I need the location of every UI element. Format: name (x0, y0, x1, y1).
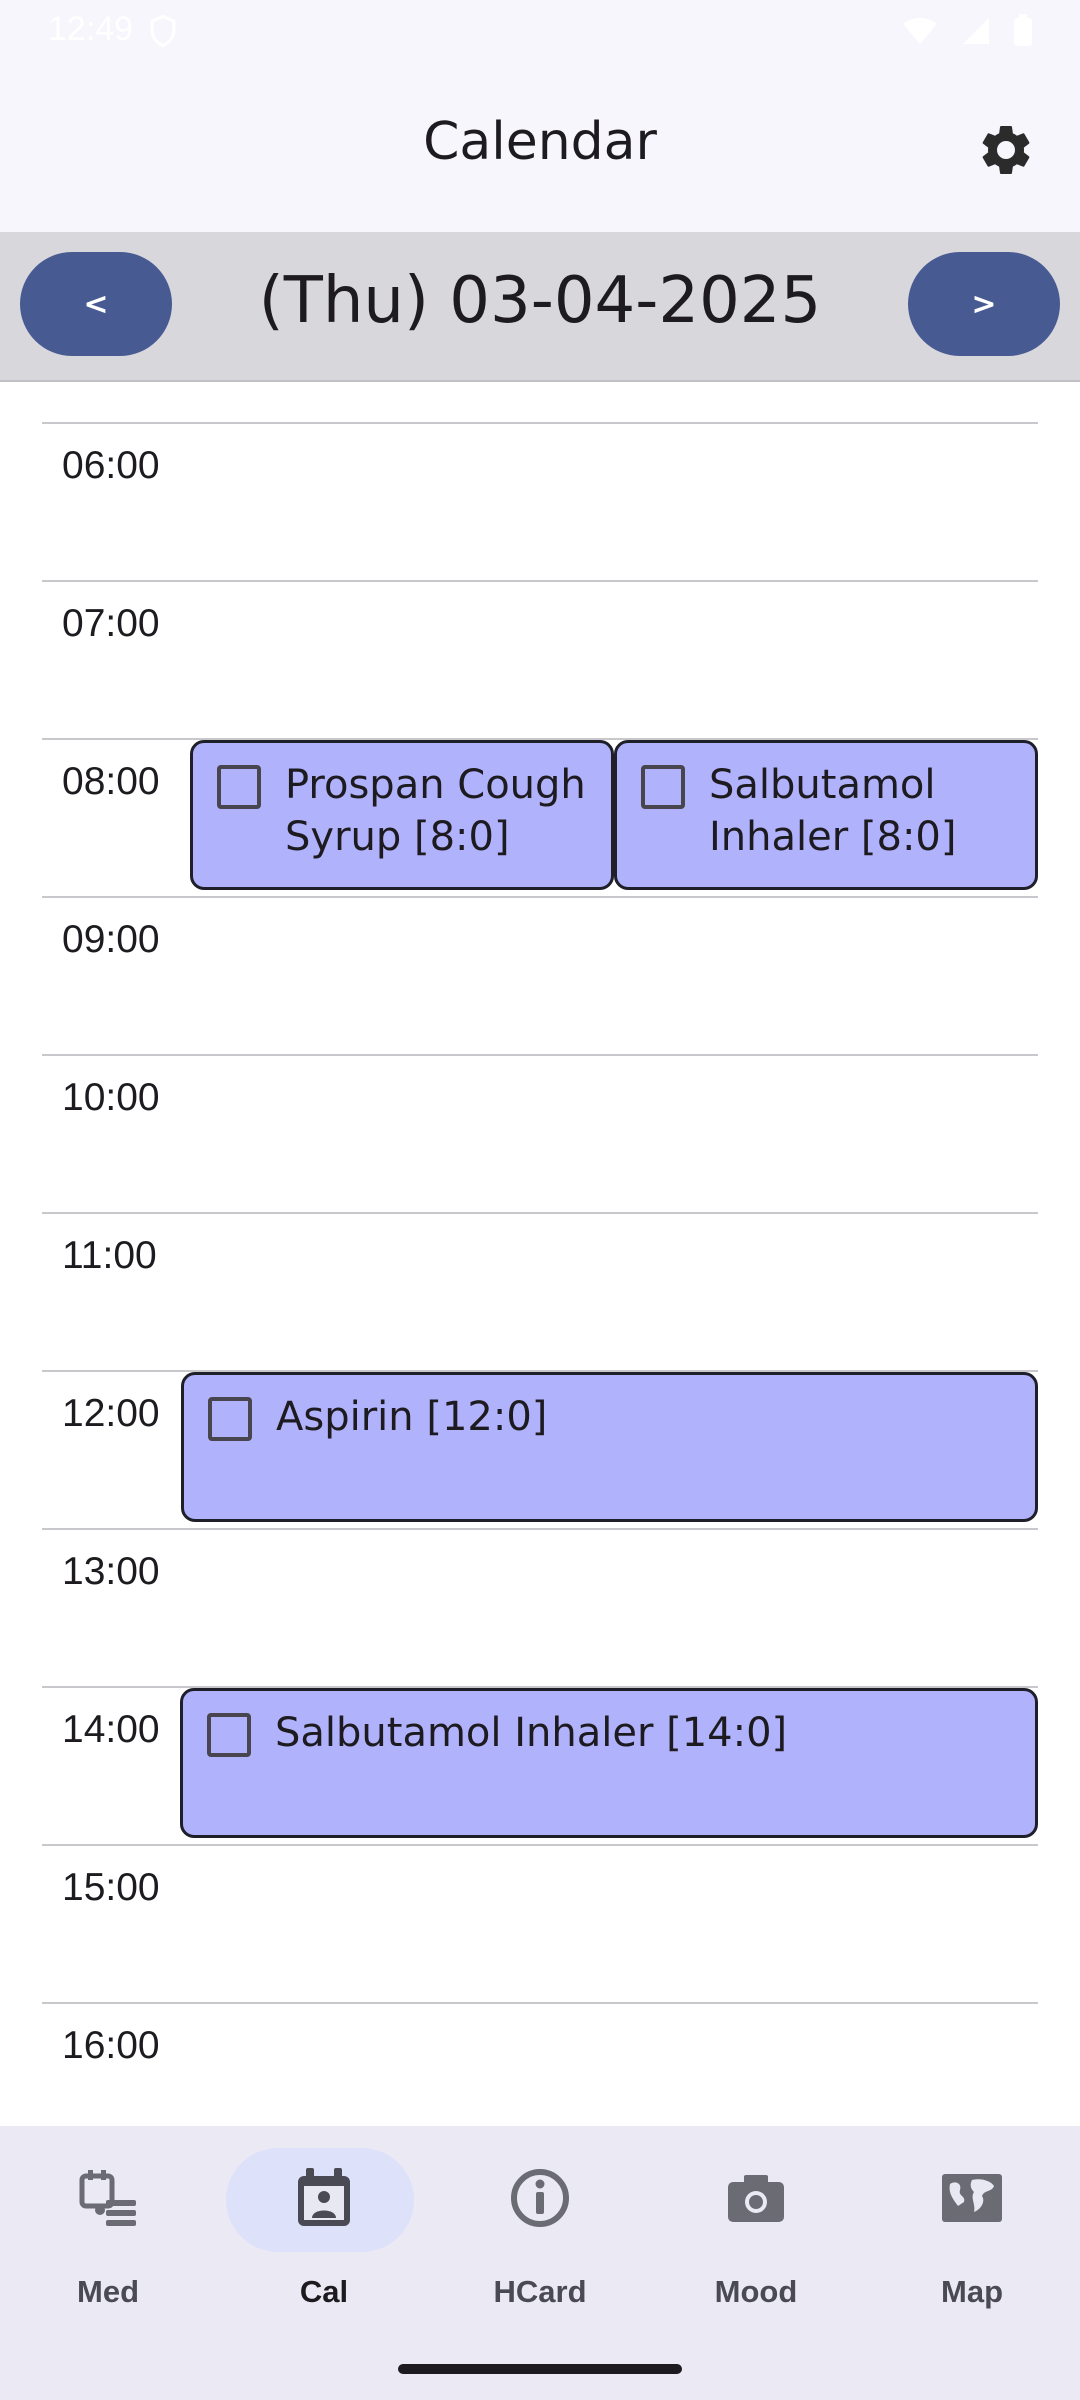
signal-icon (961, 15, 991, 55)
event-checkbox[interactable] (208, 1397, 252, 1441)
event-checkbox[interactable] (207, 1713, 251, 1757)
event-label: Prospan Cough Syrup [8:0] (285, 762, 586, 860)
event-card[interactable]: Salbutamol Inhaler [8:0] (614, 740, 1038, 890)
hour-row-06: 06:00 (42, 422, 1038, 582)
hour-row-13: 13:00 (42, 1528, 1038, 1688)
hour-label: 15:00 (62, 1866, 160, 1909)
shield-icon (148, 14, 178, 57)
medication-list-icon (79, 2170, 136, 2226)
app-bar: Calendar (0, 64, 1080, 232)
hour-label: 08:00 (62, 760, 160, 803)
page-title: Calendar (423, 112, 657, 172)
event-label: Salbutamol Inhaler [14:0] (275, 1710, 788, 1756)
date-navigation-bar: < (Thu) 03-04-2025 > (0, 232, 1080, 382)
next-day-button[interactable]: > (908, 252, 1060, 356)
wifi-icon (902, 15, 938, 55)
hour-label: 09:00 (62, 918, 160, 961)
battery-icon (1014, 14, 1032, 55)
event-card[interactable]: Prospan Cough Syrup [8:0] (190, 740, 614, 890)
nav-item-hcard[interactable]: HCard (432, 2126, 648, 2326)
hour-label: 10:00 (62, 1076, 160, 1119)
hour-label: 06:00 (62, 444, 160, 487)
event-checkbox[interactable] (217, 765, 261, 809)
nav-item-map[interactable]: Map (864, 2126, 1080, 2326)
calendar-person-icon (298, 2168, 350, 2226)
world-map-icon (942, 2174, 1002, 2222)
hour-row-16: 16:00 (42, 2002, 1038, 2126)
hour-row-07: 07:00 (42, 580, 1038, 740)
hour-label: 14:00 (62, 1708, 160, 1751)
home-indicator[interactable] (398, 2364, 682, 2374)
hour-label: 16:00 (62, 2024, 160, 2067)
nav-label: Mood (714, 2274, 798, 2309)
settings-button[interactable] (976, 120, 1036, 180)
event-label: Salbutamol Inhaler [8:0] (709, 762, 957, 860)
hour-row-15: 15:00 (42, 1844, 1038, 2004)
event-checkbox[interactable] (641, 765, 685, 809)
hour-row-09: 09:00 (42, 896, 1038, 1056)
info-icon (511, 2169, 569, 2227)
camera-icon (728, 2175, 784, 2222)
hour-label: 11:00 (62, 1234, 157, 1277)
hour-label: 07:00 (62, 602, 160, 645)
nav-label: Cal (299, 2274, 349, 2309)
nav-item-cal[interactable]: Cal (216, 2126, 432, 2326)
nav-label: Map (941, 2274, 1003, 2309)
nav-item-mood[interactable]: Mood (648, 2126, 864, 2326)
status-bar: 12:49 (0, 0, 1080, 64)
day-schedule[interactable]: 06:00 07:00 08:00 09:00 10:00 11:00 12:0… (0, 382, 1080, 2126)
event-card[interactable]: Salbutamol Inhaler [14:0] (180, 1688, 1038, 1838)
nav-label: HCard (493, 2274, 587, 2309)
nav-label: Med (77, 2274, 139, 2309)
bottom-navigation: Med Cal HCard Mood Map (0, 2126, 1080, 2400)
nav-item-med[interactable]: Med (0, 2126, 216, 2326)
hour-row-10: 10:00 (42, 1054, 1038, 1214)
hour-row-11: 11:00 (42, 1212, 1038, 1372)
hour-label: 13:00 (62, 1550, 160, 1593)
status-time: 12:49 (48, 10, 134, 48)
event-card[interactable]: Aspirin [12:0] (181, 1372, 1038, 1522)
status-icons (890, 14, 1032, 55)
gear-icon (982, 125, 1030, 174)
hour-label: 12:00 (62, 1392, 160, 1435)
event-label: Aspirin [12:0] (276, 1394, 548, 1440)
